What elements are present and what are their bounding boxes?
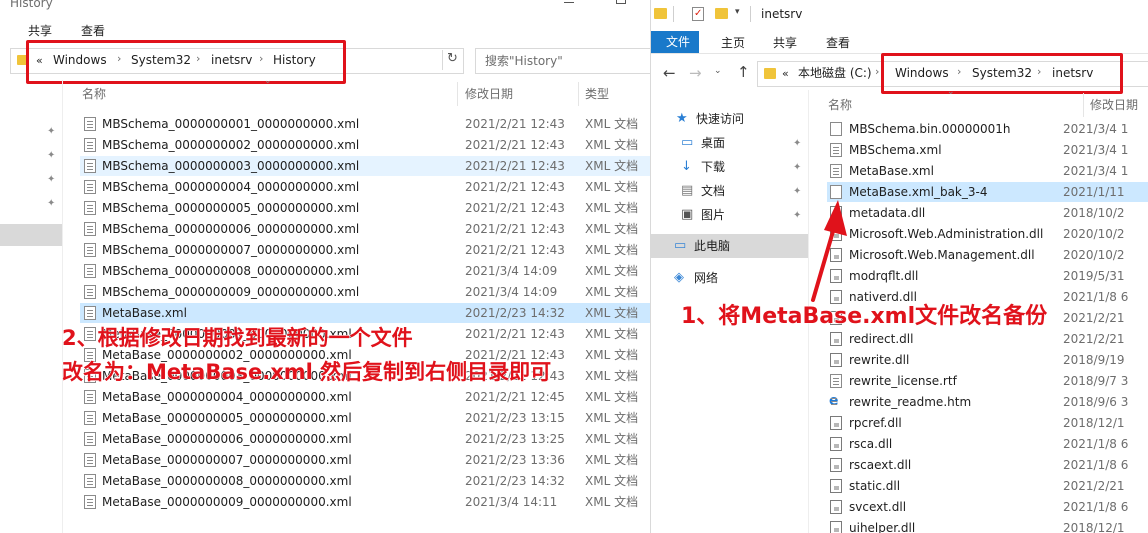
annotation-arrow	[811, 200, 847, 302]
arrow-head	[824, 200, 847, 236]
annotation-step1: 1、将MetaBase.xml文件改名备份	[680, 304, 1048, 330]
annotation-step2-line1: 2、根据修改日期找到最新的一个文件	[62, 326, 414, 351]
annotation-step2-line2: 改名为：MetaBase.xml 然后复制到右侧目录即可	[61, 360, 552, 385]
arrow-shaft	[811, 226, 836, 302]
